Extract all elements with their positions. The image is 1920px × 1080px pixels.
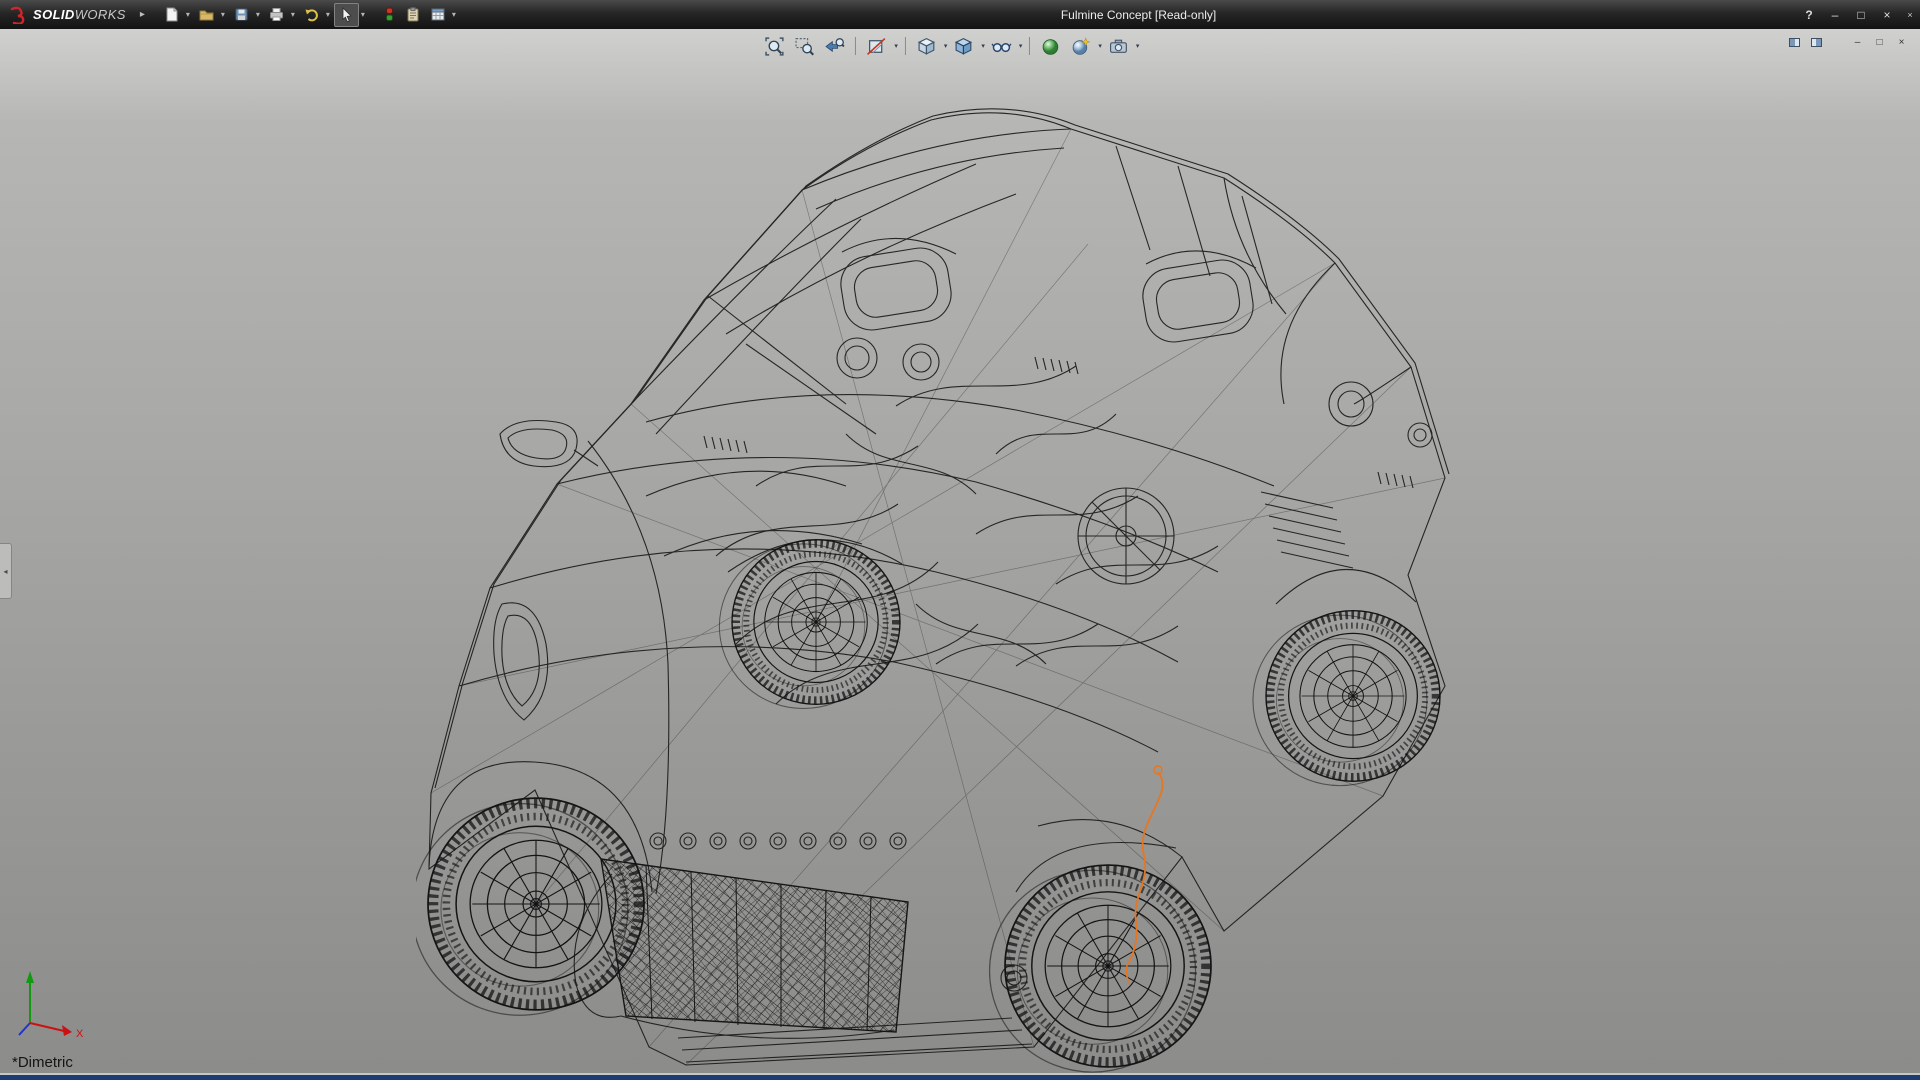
view-orientation-button[interactable] (913, 33, 940, 59)
previous-view-button[interactable] (821, 33, 848, 59)
document-title: Fulmine Concept [Read-only] (1061, 0, 1216, 29)
save-caret-icon[interactable]: ▾ (256, 10, 264, 19)
dock-pane-right-button[interactable] (1808, 35, 1825, 50)
previous-view-icon (824, 36, 845, 57)
zoom-to-fit-icon (764, 36, 785, 57)
z-axis-icon (19, 1023, 30, 1035)
zoom-to-fit-button[interactable] (761, 33, 788, 59)
x-axis-arrow-icon (62, 1025, 72, 1036)
help-button[interactable]: ? (1800, 6, 1818, 24)
save-button[interactable] (229, 3, 254, 27)
section-view-button[interactable] (863, 33, 890, 59)
dock-pane-left-icon (1789, 38, 1800, 47)
toolbar-separator (855, 37, 856, 55)
document-close-button[interactable]: × (1893, 35, 1910, 50)
traffic-light-icon (383, 6, 396, 23)
x-axis-label: X (76, 1028, 84, 1040)
dassault-3ds-logo-icon (8, 6, 28, 24)
dock-pane-right-icon (1811, 38, 1822, 47)
open-caret-icon[interactable]: ▾ (221, 10, 229, 19)
window-controls: ? – □ × × (1800, 0, 1916, 29)
spreadsheet-caret-icon[interactable]: ▾ (452, 10, 460, 19)
hide-show-items-icon (991, 36, 1012, 57)
view-orientation-label: *Dimetric (12, 1054, 73, 1071)
save-floppy-icon (233, 6, 250, 23)
construction-lines (431, 129, 1445, 1065)
reference-triad: X (14, 963, 98, 1043)
menu-expand-arrow[interactable]: ▸ (140, 9, 145, 20)
view-orientation-caret-icon[interactable]: ▾ (944, 42, 948, 50)
y-axis-arrow-icon (26, 971, 34, 983)
minimize-button[interactable]: – (1826, 6, 1844, 24)
open-button[interactable] (194, 3, 219, 27)
undo-caret-icon[interactable]: ▾ (326, 10, 334, 19)
hide-show-items-button[interactable] (988, 33, 1015, 59)
select-caret-icon[interactable]: ▾ (361, 10, 369, 19)
print-caret-icon[interactable]: ▾ (291, 10, 299, 19)
solidworks-logo: SOLIDWORKS (0, 6, 134, 24)
undo-button[interactable] (299, 3, 324, 27)
toolbar-separator (905, 37, 906, 55)
view-orientation-icon (916, 36, 937, 57)
section-view-icon (866, 36, 887, 57)
view-settings-icon (1108, 36, 1129, 57)
wireframe-car-model[interactable] (416, 104, 1456, 1073)
clipboard-button[interactable] (400, 3, 425, 27)
new-caret-icon[interactable]: ▾ (186, 10, 194, 19)
taskbar-edge (0, 1075, 1920, 1080)
document-restore-button[interactable]: □ (1871, 35, 1888, 50)
heads-up-toolbar: ▾ ▾ ▾ (761, 33, 1139, 59)
titlebar: SOLIDWORKS ▸ ▾ ▾ (0, 0, 1920, 29)
display-style-button[interactable] (950, 33, 977, 59)
open-folder-icon (198, 6, 215, 23)
dock-pane-left-button[interactable] (1786, 35, 1803, 50)
spreadsheet-button[interactable] (425, 3, 450, 27)
rear-left-wheel[interactable] (719, 540, 900, 709)
front-grille-mesh[interactable] (601, 859, 908, 1032)
undo-arrow-icon (303, 6, 320, 23)
brand-bold: SOLID (33, 7, 75, 22)
apply-scene-caret-icon[interactable]: ▾ (1098, 42, 1102, 50)
select-cursor-icon (338, 6, 355, 23)
panel-collapse-tab[interactable]: ◂ (0, 543, 12, 599)
apply-scene-button[interactable] (1067, 33, 1094, 59)
rear-right-wheel[interactable] (1253, 611, 1440, 786)
select-button[interactable] (334, 3, 359, 27)
menubar-close-button[interactable]: × (1904, 6, 1916, 24)
hide-show-caret-icon[interactable]: ▾ (1019, 42, 1023, 50)
print-button[interactable] (264, 3, 289, 27)
print-icon (268, 6, 285, 23)
edit-appearance-button[interactable] (1037, 33, 1064, 59)
clipboard-icon (404, 6, 421, 23)
view-settings-caret-icon[interactable]: ▾ (1136, 42, 1140, 50)
zoom-to-area-button[interactable] (791, 33, 818, 59)
document-window-controls: – □ × (1786, 35, 1910, 50)
new-document-button[interactable] (159, 3, 184, 27)
brand-light: WORKS (75, 7, 126, 22)
document-minimize-button[interactable]: – (1849, 35, 1866, 50)
solidworks-window: SOLIDWORKS ▸ ▾ ▾ (0, 0, 1920, 1080)
section-view-caret-icon[interactable]: ▾ (894, 42, 898, 50)
brand-text: SOLIDWORKS (33, 7, 126, 22)
maximize-button[interactable]: □ (1852, 6, 1870, 24)
view-settings-button[interactable] (1105, 33, 1132, 59)
close-button[interactable]: × (1878, 6, 1896, 24)
graphics-viewport[interactable]: ▾ ▾ ▾ (0, 29, 1920, 1073)
display-style-caret-icon[interactable]: ▾ (981, 42, 985, 50)
traffic-light-button[interactable] (379, 3, 400, 27)
apply-scene-icon (1070, 36, 1091, 57)
zoom-to-area-icon (794, 36, 815, 57)
standard-toolbar: ▾ ▾ ▾ (159, 3, 460, 27)
edit-appearance-icon (1040, 36, 1061, 57)
selected-sketch-spline[interactable] (1126, 766, 1162, 984)
new-document-icon (163, 6, 180, 23)
spreadsheet-icon (429, 6, 446, 23)
toolbar-separator (1029, 37, 1030, 55)
display-style-icon (953, 36, 974, 57)
